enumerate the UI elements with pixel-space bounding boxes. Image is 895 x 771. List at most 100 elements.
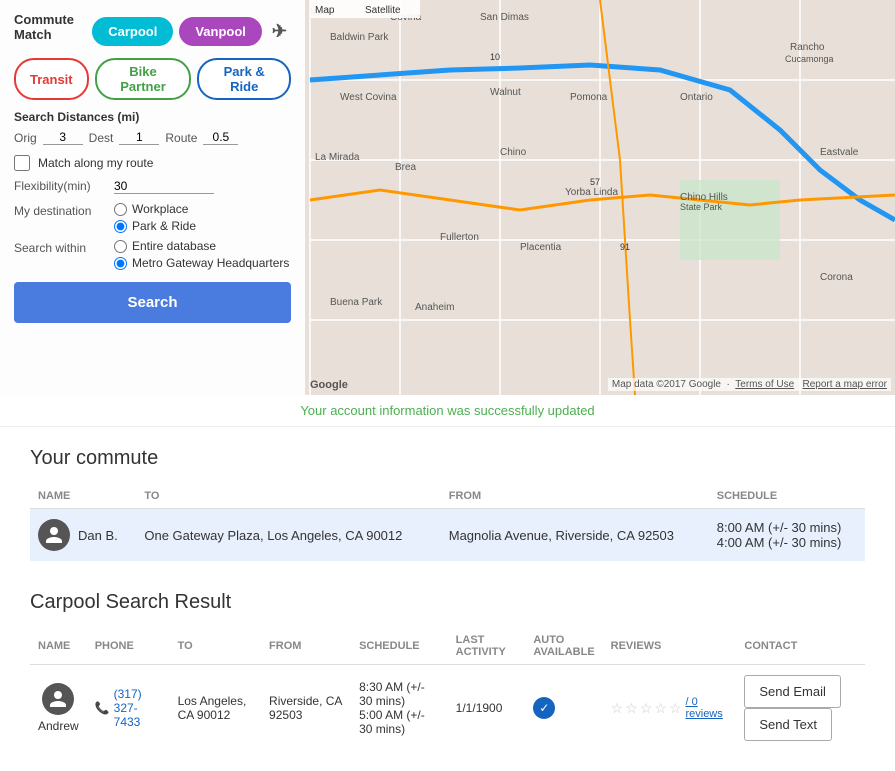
result-name-cell: Andrew [30, 665, 87, 752]
svg-text:57: 57 [590, 177, 600, 187]
result-last-activity: 1/1/1900 [448, 665, 526, 752]
svg-text:Cucamonga: Cucamonga [785, 54, 834, 64]
vanpool-button[interactable]: Vanpool [179, 17, 262, 46]
commute-from: Magnolia Avenue, Riverside, CA 92503 [441, 509, 709, 562]
schedule-line1: 8:00 AM (+/- 30 mins) [717, 520, 857, 535]
col-name: NAME [30, 628, 87, 665]
search-metro-gateway-option[interactable]: Metro Gateway Headquarters [114, 256, 289, 270]
avatar [38, 519, 70, 551]
success-message: Your account information was successfull… [0, 395, 895, 427]
your-commute-title: Your commute [30, 447, 865, 470]
route-input[interactable] [203, 130, 238, 145]
svg-text:Fullerton: Fullerton [440, 232, 479, 243]
svg-text:Brea: Brea [395, 162, 417, 173]
col-contact: CONTACT [736, 628, 865, 665]
search-result-row: Andrew 📞 (317) 327-7433 Los Angeles, CA … [30, 665, 865, 752]
svg-text:Yorba Linda: Yorba Linda [565, 187, 618, 198]
search-within-label: Search within [14, 241, 104, 255]
commute-match-label: Commute Match [14, 12, 84, 42]
commute-row: Dan B. One Gateway Plaza, Los Angeles, C… [30, 509, 865, 562]
match-route-checkbox[interactable] [14, 155, 30, 171]
star-5: ☆ [669, 700, 682, 717]
send-text-button[interactable]: Send Text [744, 708, 832, 741]
schedule-line2: 4:00 AM (+/- 30 mins) [717, 535, 857, 550]
svg-text:Baldwin Park: Baldwin Park [330, 32, 389, 43]
bike-partner-button[interactable]: Bike Partner [95, 58, 192, 100]
commute-col-to: TO [136, 484, 440, 509]
parkride-dest-label: Park & Ride [132, 219, 196, 233]
transit-button[interactable]: Transit [14, 58, 89, 100]
send-email-button[interactable]: Send Email [744, 675, 840, 708]
svg-text:Pomona: Pomona [570, 92, 608, 103]
commute-table: NAME TO FROM SCHEDULE Dan B. One Gateway… [30, 484, 865, 561]
carpool-search-table: NAME PHONE TO FROM SCHEDULE LAST ACTIVIT… [30, 628, 865, 751]
col-auto-available: AUTOAVAILABLE [525, 628, 602, 665]
svg-text:Walnut: Walnut [490, 87, 521, 98]
col-to: TO [170, 628, 261, 665]
svg-text:Buena Park: Buena Park [330, 297, 383, 308]
result-schedule-line2: 5:00 AM (+/- 30 mins) [359, 708, 440, 736]
match-route-label: Match along my route [38, 156, 153, 170]
flexibility-label: Flexibility(min) [14, 179, 104, 193]
result-name: Andrew [38, 719, 79, 733]
star-4: ☆ [654, 700, 667, 717]
phone-icon: 📞 [95, 701, 110, 715]
commute-name: Dan B. [78, 528, 118, 543]
destination-workplace-radio[interactable] [114, 203, 127, 216]
destination-parkride-option[interactable]: Park & Ride [114, 219, 196, 233]
phone-number: (317) 327-7433 [114, 687, 162, 729]
workplace-label: Workplace [132, 202, 188, 216]
dest-input[interactable] [119, 130, 159, 145]
svg-text:Anaheim: Anaheim [415, 302, 454, 313]
svg-text:West Covina: West Covina [340, 92, 397, 103]
svg-text:Satellite: Satellite [365, 5, 401, 16]
dest-label: Dest [89, 131, 114, 145]
svg-text:Map: Map [315, 5, 335, 16]
destination-workplace-option[interactable]: Workplace [114, 202, 196, 216]
svg-text:Eastvale: Eastvale [820, 147, 859, 158]
result-phone[interactable]: 📞 (317) 327-7433 [87, 665, 170, 752]
commute-to: One Gateway Plaza, Los Angeles, CA 90012 [136, 509, 440, 562]
orig-input[interactable] [43, 130, 83, 145]
search-button[interactable]: Search [14, 282, 291, 323]
result-schedule: 8:30 AM (+/- 30 mins) 5:00 AM (+/- 30 mi… [351, 665, 448, 752]
carpool-button[interactable]: Carpool [92, 17, 173, 46]
commute-name-cell: Dan B. [30, 509, 136, 562]
star-2: ☆ [625, 700, 638, 717]
star-1: ☆ [611, 700, 624, 717]
svg-text:Ontario: Ontario [680, 92, 713, 103]
svg-text:Placentia: Placentia [520, 242, 562, 253]
col-from: FROM [261, 628, 351, 665]
col-phone: PHONE [87, 628, 170, 665]
search-distances-label: Search Distances (mi) [14, 110, 291, 124]
col-last-activity: LAST ACTIVITY [448, 628, 526, 665]
destination-parkride-radio[interactable] [114, 220, 127, 233]
search-metro-radio[interactable] [114, 257, 127, 270]
svg-text:State Park: State Park [680, 202, 723, 212]
svg-text:San Dimas: San Dimas [480, 12, 529, 23]
reviews-link[interactable]: / 0 reviews [685, 696, 728, 720]
flexibility-input[interactable] [114, 179, 214, 194]
star-3: ☆ [640, 700, 653, 717]
main-content: Your commute NAME TO FROM SCHEDULE Dan B… [0, 427, 895, 771]
result-contact: Send Email Send Text [736, 665, 865, 752]
commute-schedule: 8:00 AM (+/- 30 mins) 4:00 AM (+/- 30 mi… [709, 509, 865, 562]
search-entire-db-radio[interactable] [114, 240, 127, 253]
svg-text:91: 91 [620, 242, 630, 252]
google-logo: Google [310, 379, 348, 391]
park-ride-button[interactable]: Park & Ride [197, 58, 291, 100]
svg-text:Corona: Corona [820, 272, 853, 283]
svg-text:Rancho: Rancho [790, 42, 825, 53]
result-auto-available: ✓ [525, 665, 602, 752]
carpool-search-title: Carpool Search Result [30, 591, 865, 614]
svg-text:La Mirada: La Mirada [315, 152, 360, 163]
col-schedule: SCHEDULE [351, 628, 448, 665]
metro-gateway-label: Metro Gateway Headquarters [132, 256, 289, 270]
svg-text:10: 10 [490, 52, 500, 62]
my-destination-label: My destination [14, 204, 104, 218]
entire-db-label: Entire database [132, 239, 216, 253]
map-attribution: Map data ©2017 Google · Terms of Use Rep… [608, 378, 891, 391]
sidebar-panel: Commute Match Carpool Vanpool ✈ Transit … [0, 0, 305, 395]
search-entire-db-option[interactable]: Entire database [114, 239, 289, 253]
airplane-icon[interactable]: ✈ [268, 21, 291, 42]
